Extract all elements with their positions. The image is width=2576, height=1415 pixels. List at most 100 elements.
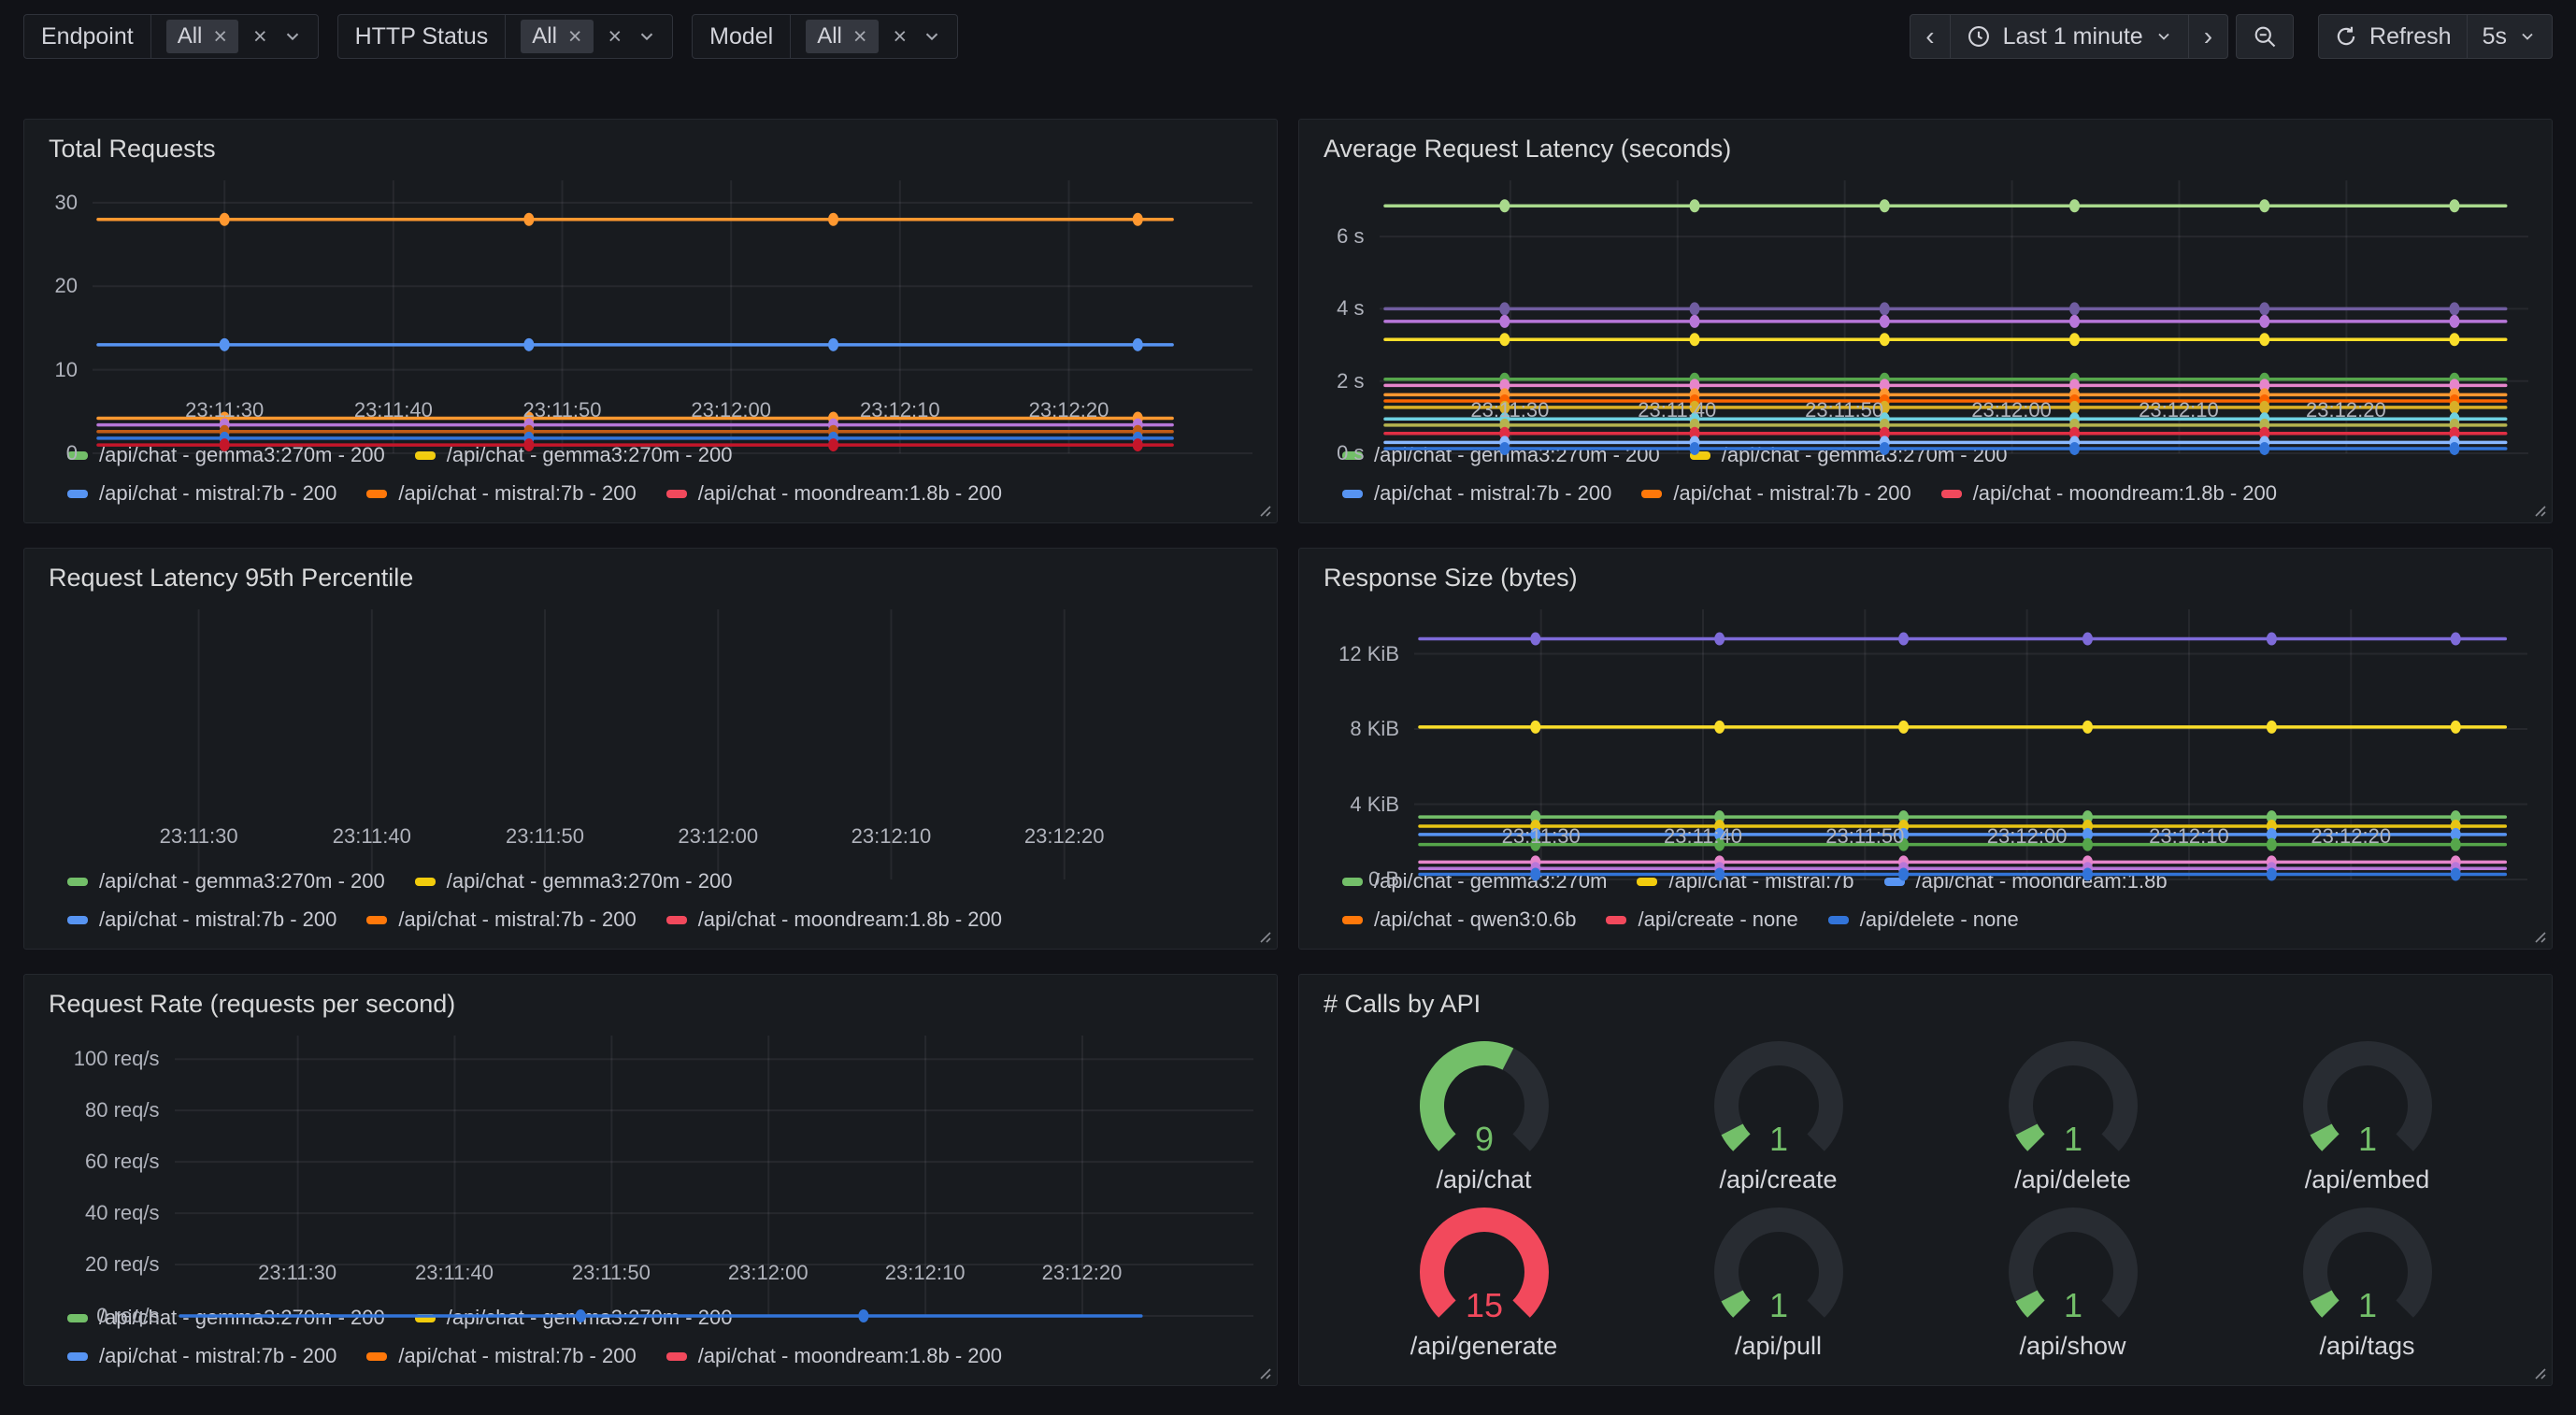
time-range-picker[interactable]: Last 1 minute: [1950, 14, 2189, 59]
chart-canvas[interactable]: [64, 606, 1252, 816]
panel-title[interactable]: Average Request Latency (seconds): [1299, 120, 2552, 169]
legend-item[interactable]: /api/chat - mistral:7b - 200: [366, 481, 636, 506]
legend-series-color: [366, 916, 387, 924]
x-axis-tick: 23:12:10: [885, 1261, 966, 1285]
x-axis-tick: 23:12:00: [678, 824, 758, 849]
zoom-out-button[interactable]: [2236, 14, 2294, 59]
gauge-grid: 9/api/chat1/api/create1/api/delete1/api/…: [1299, 1024, 2552, 1385]
clear-filter-icon[interactable]: ×: [894, 25, 908, 49]
refresh-interval-value: 5s: [2483, 23, 2507, 50]
gauge-value: 1: [1768, 1286, 1787, 1324]
x-axis: 23:11:3023:11:4023:11:5023:12:0023:12:10…: [64, 816, 1252, 853]
panel-response-size: Response Size (bytes) 12 KiB8 KiB4 KiB0 …: [1298, 548, 2553, 950]
panel-resize-handle[interactable]: [2530, 1364, 2547, 1380]
legend-item[interactable]: /api/chat - moondream:1.8b - 200: [666, 481, 1002, 506]
legend-series-label: /api/chat - mistral:7b - 200: [99, 481, 336, 506]
gauge-api-chat: 9/api/chat: [1337, 1030, 1631, 1196]
panel-title[interactable]: Request Latency 95th Percentile: [24, 549, 1277, 598]
panel-resize-handle[interactable]: [1255, 927, 1272, 944]
panel-resize-handle[interactable]: [2530, 927, 2547, 944]
filter-chip-text: All: [817, 23, 842, 50]
chart-canvas[interactable]: [175, 1032, 1253, 1252]
chevron-down-icon[interactable]: [922, 26, 942, 47]
legend-series-color: [67, 1352, 88, 1361]
clear-filter-icon[interactable]: ×: [608, 25, 623, 49]
legend-series-color: [366, 490, 387, 498]
remove-value-icon[interactable]: ×: [568, 25, 582, 49]
x-axis-tick: 23:11:30: [1470, 398, 1549, 422]
panel-title[interactable]: # Calls by API: [1299, 975, 2552, 1024]
legend-series-color: [1641, 490, 1662, 498]
x-axis-tick: 23:11:40: [354, 398, 433, 422]
legend-series-label: /api/chat - moondream:1.8b - 200: [698, 908, 1002, 932]
panel-title[interactable]: Response Size (bytes): [1299, 549, 2552, 598]
panel-resize-handle[interactable]: [1255, 1364, 1272, 1380]
dashboard-grid: Total Requests 3020100 23:11:3023:11:402…: [0, 119, 2576, 1386]
legend-item[interactable]: /api/chat - mistral:7b - 200: [366, 1344, 636, 1368]
legend-item[interactable]: /api/chat - mistral:7b - 200: [366, 908, 636, 932]
legend-item[interactable]: /api/chat - mistral:7b - 200: [67, 1344, 336, 1368]
panel-title[interactable]: Request Rate (requests per second): [24, 975, 1277, 1024]
legend-series-label: /api/chat - mistral:7b - 200: [398, 1344, 636, 1368]
legend-series-color: [67, 490, 88, 498]
y-axis-tick: 100 req/s: [74, 1047, 160, 1071]
legend-item[interactable]: /api/create - none: [1606, 908, 1797, 932]
legend-series-color: [1941, 490, 1962, 498]
legend-item[interactable]: /api/chat - mistral:7b - 200: [1342, 481, 1611, 506]
y-axis-tick: 4 s: [1337, 296, 1364, 321]
legend-series-color: [1828, 916, 1849, 924]
legend-item[interactable]: /api/chat - moondream:1.8b - 200: [1941, 481, 2277, 506]
panel-title[interactable]: Total Requests: [24, 120, 1277, 169]
clear-filter-icon[interactable]: ×: [253, 25, 267, 49]
filter-chip[interactable]: All ×: [806, 20, 878, 53]
legend-item[interactable]: /api/chat - moondream:1.8b - 200: [666, 1344, 1002, 1368]
x-axis-tick: 23:11:50: [506, 824, 584, 849]
x-axis-tick: 23:12:00: [691, 398, 771, 422]
remove-value-icon[interactable]: ×: [213, 25, 227, 49]
gauge-arc: 1: [1690, 1033, 1868, 1165]
chart-canvas[interactable]: [1414, 606, 2527, 816]
legend-item[interactable]: /api/delete - none: [1828, 908, 2019, 932]
y-axis-tick: 20: [55, 274, 78, 298]
gauge-api-show: 1/api/show: [1925, 1196, 2220, 1363]
filter-chip[interactable]: All ×: [166, 20, 238, 53]
gauge-label: /api/pull: [1735, 1332, 1822, 1361]
chevron-down-icon[interactable]: [282, 26, 303, 47]
y-axis: 12 KiB8 KiB4 KiB0 B: [1324, 606, 1414, 816]
remove-value-icon[interactable]: ×: [853, 25, 867, 49]
legend-series-color: [366, 1352, 387, 1361]
chevron-down-icon[interactable]: [637, 26, 657, 47]
time-back-button[interactable]: ‹: [1910, 14, 1950, 59]
filter-endpoint-value[interactable]: All × ×: [151, 15, 318, 58]
y-axis-tick: 20 req/s: [85, 1252, 160, 1277]
legend-item[interactable]: /api/chat - mistral:7b - 200: [1641, 481, 1911, 506]
filter-endpoint: Endpoint All × ×: [23, 14, 319, 59]
filter-chip[interactable]: All ×: [521, 20, 593, 53]
panel-resize-handle[interactable]: [1255, 501, 1272, 518]
y-axis-tick: 80 req/s: [85, 1098, 160, 1122]
gauge-arc: 1: [1984, 1033, 2162, 1165]
y-axis-tick: 10: [55, 358, 78, 382]
legend-item[interactable]: /api/chat - mistral:7b - 200: [67, 481, 336, 506]
legend-series-color: [666, 490, 687, 498]
gauge-value: 1: [2063, 1286, 2082, 1324]
panel-resize-handle[interactable]: [2530, 501, 2547, 518]
legend-item[interactable]: /api/chat - mistral:7b - 200: [67, 908, 336, 932]
legend-item[interactable]: /api/chat - moondream:1.8b - 200: [666, 908, 1002, 932]
filter-http-status-value[interactable]: All × ×: [506, 15, 672, 58]
chart-canvas[interactable]: [93, 177, 1252, 390]
refresh-interval-dropdown[interactable]: 5s: [2467, 14, 2553, 59]
gauge-arc: 1: [1984, 1199, 2162, 1332]
legend-row: /api/chat - mistral:7b - 200/api/chat - …: [67, 908, 1252, 932]
x-axis-tick: 23:12:00: [1987, 824, 2068, 849]
y-axis-tick: 8 KiB: [1350, 717, 1399, 741]
refresh-button[interactable]: Refresh: [2318, 14, 2468, 59]
legend-item[interactable]: /api/chat - qwen3:0.6b: [1342, 908, 1576, 932]
time-forward-button[interactable]: ›: [2188, 14, 2228, 59]
gauge-api-tags: 1/api/tags: [2220, 1196, 2514, 1363]
gauge-label: /api/create: [1719, 1165, 1837, 1194]
chart-canvas[interactable]: [1380, 177, 2528, 390]
dashboard-toolbar: Endpoint All × × HTTP Status All × ×: [0, 0, 2576, 60]
gauge-label: /api/chat: [1436, 1165, 1531, 1194]
filter-model-value[interactable]: All × ×: [791, 15, 957, 58]
